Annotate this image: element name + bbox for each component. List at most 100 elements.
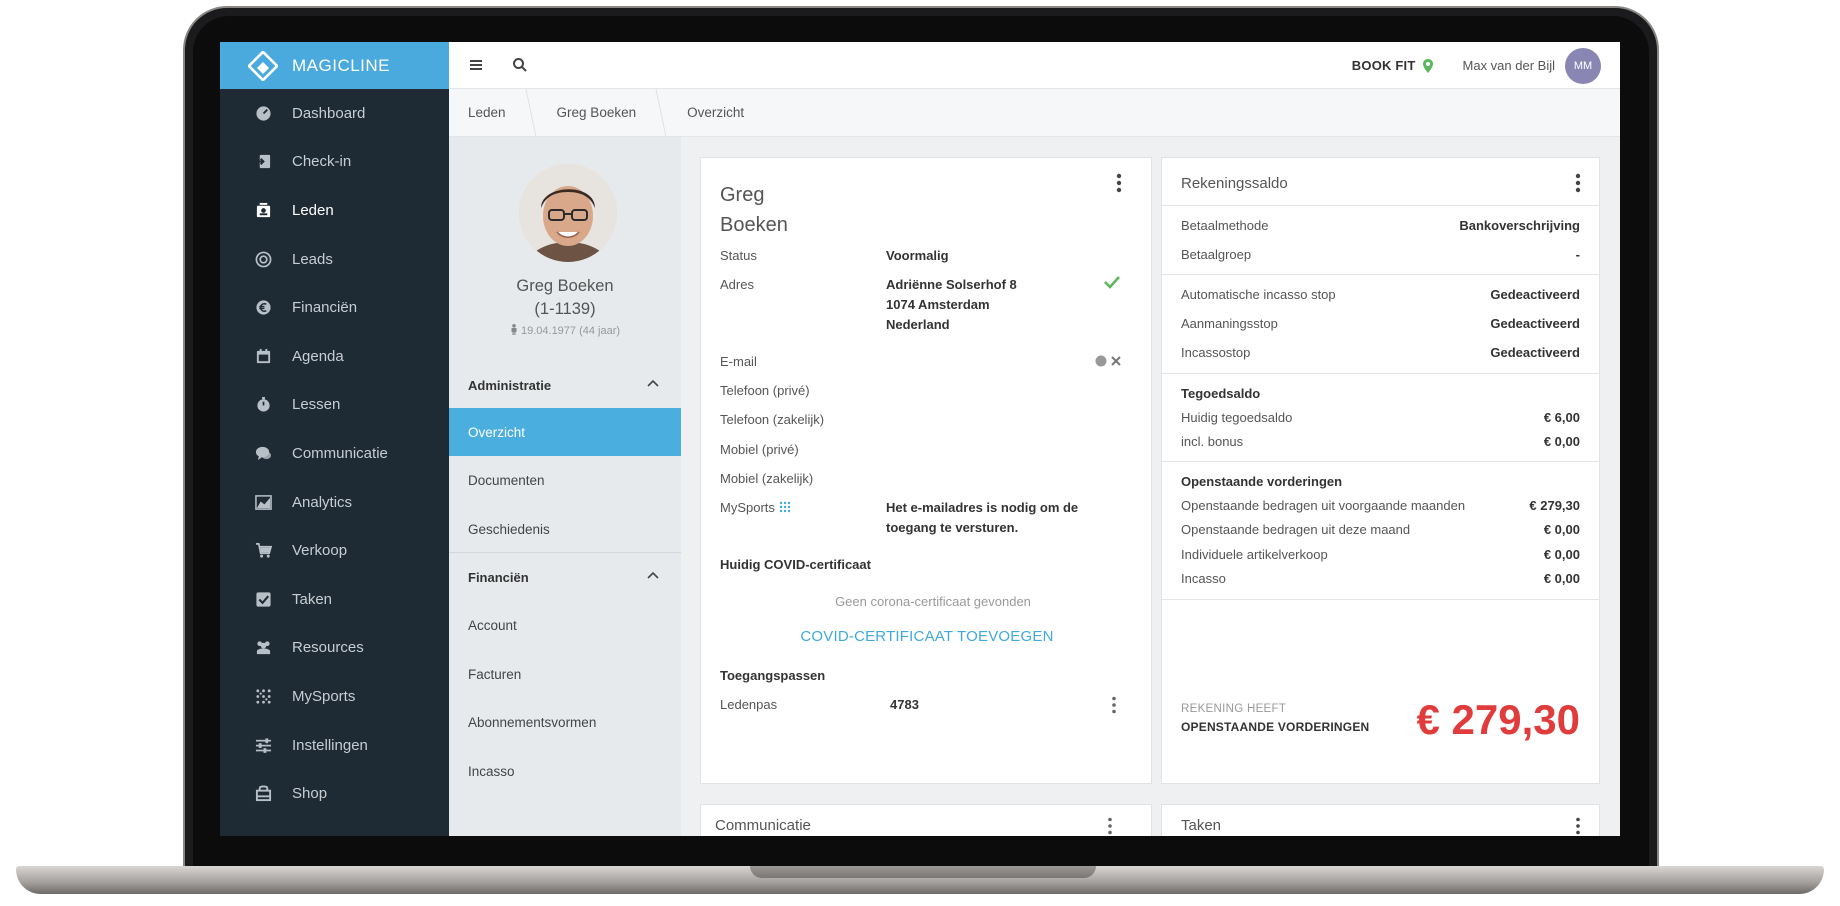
calendar-icon <box>254 347 272 365</box>
access-pass-label: Ledenpas <box>720 697 778 712</box>
divider <box>1162 461 1599 462</box>
sidebar-item-mysports[interactable]: MySports <box>220 672 449 721</box>
more-options-icon[interactable] <box>1575 173 1581 193</box>
outstanding-amount: € 279,30 <box>1416 696 1581 743</box>
person-icon <box>511 324 517 335</box>
sidebar-item-check-in[interactable]: Check-in <box>220 138 449 187</box>
phone-private-label: Telefoon (privé) <box>720 383 810 398</box>
breadcrumb-item-current: Overzicht <box>687 105 745 120</box>
email-status-icon[interactable] <box>1095 355 1123 367</box>
sidebar-item-financi-n[interactable]: Financiën <box>220 283 449 332</box>
current-credit-value: € 6,00 <box>1543 410 1580 425</box>
section-title: Financiën <box>468 569 529 585</box>
breadcrumb-item-leden[interactable]: Leden <box>449 89 524 137</box>
sidebar-item-agenda[interactable]: Agenda <box>220 332 449 381</box>
sidebar: MAGICLINE Dashboard Check-in Leden Leads Fin… <box>220 42 449 836</box>
access-more-options-icon[interactable] <box>1111 696 1117 714</box>
member-link-overzicht[interactable]: Overzicht <box>449 408 681 456</box>
phone-business-label: Telefoon (zakelijk) <box>720 412 825 427</box>
app-screen: MAGICLINE Dashboard Check-in Leden Leads Fin… <box>220 42 1620 836</box>
payment-group-label: Betaalgroep <box>1181 247 1252 262</box>
member-photo <box>519 164 617 262</box>
collection-stop-label: Incassostop <box>1181 345 1251 360</box>
item-sales-value: € 0,00 <box>1543 547 1580 562</box>
more-options-icon[interactable] <box>1116 173 1122 193</box>
member-link-facturen[interactable]: Facturen <box>449 650 681 698</box>
sidebar-item-dashboard[interactable]: Dashboard <box>220 89 449 138</box>
bonus-value: € 0,00 <box>1543 434 1580 449</box>
sidebar-item-label: Dashboard <box>292 104 366 122</box>
balance-title: Rekeningssaldo <box>1181 175 1288 192</box>
studio-name: BOOK FIT <box>1351 58 1416 73</box>
address-line: Adriënne Solserhof 8 <box>886 277 1017 292</box>
open-prev-months-label: Openstaande bedragen uit voorgaande maan… <box>1181 498 1466 513</box>
breadcrumb: Leden Greg Boeken Overzicht <box>449 88 1620 137</box>
user-avatar[interactable]: MM <box>1565 47 1601 84</box>
brand-name: MAGICLINE <box>292 55 391 75</box>
profile-last-name: Boeken <box>720 214 788 236</box>
member-link-abonnementsvormen[interactable]: Abonnementsvormen <box>449 698 681 746</box>
brand[interactable]: MAGICLINE <box>220 42 449 89</box>
open-prev-months-value: € 279,30 <box>1529 498 1580 513</box>
status-label: Status <box>720 248 757 263</box>
section-administratie[interactable]: Administratie <box>449 361 681 409</box>
sidebar-item-verkoop[interactable]: Verkoop <box>220 526 449 575</box>
sidebar-item-taken[interactable]: Taken <box>220 575 449 624</box>
sidebar-item-resources[interactable]: Resources <box>220 624 449 673</box>
current-credit-label: Huidig tegoedsaldo <box>1181 410 1293 425</box>
sidebar-item-leads[interactable]: Leads <box>220 235 449 284</box>
member-panel: Greg Boeken (1-1139) 19.04.1977 (44 jaar… <box>449 137 681 836</box>
cart-icon <box>254 542 272 560</box>
bonus-label: incl. bonus <box>1181 434 1244 449</box>
communication-title: Communicatie <box>715 817 811 834</box>
payment-method-value: Bankoverschrijving <box>1459 218 1580 233</box>
member-name: Greg Boeken <box>516 277 614 295</box>
member-link-geschiedenis[interactable]: Geschiedenis <box>449 505 681 553</box>
divider <box>1162 274 1599 275</box>
sidebar-item-shop[interactable]: Shop <box>220 769 449 818</box>
chat-icon <box>254 444 272 462</box>
access-pass-number: 4783 <box>890 697 919 712</box>
sidebar-item-analytics[interactable]: Analytics <box>220 478 449 527</box>
open-this-month-label: Openstaande bedragen uit deze maand <box>1181 522 1411 537</box>
divider <box>1162 205 1599 206</box>
member-link-incasso[interactable]: Incasso <box>449 747 681 795</box>
top-bar: BOOK FIT Max van der Bijl MM <box>449 42 1620 89</box>
reminder-stop-label: Aanmaningsstop <box>1181 316 1278 331</box>
sidebar-item-leden[interactable]: Leden <box>220 186 449 235</box>
verified-check-icon <box>1104 276 1120 289</box>
profile-first-name: Greg <box>720 184 765 206</box>
breadcrumb-item-member[interactable]: Greg Boeken <box>538 89 655 137</box>
more-options-icon[interactable] <box>1107 817 1113 835</box>
sidebar-item-label: Communicatie <box>292 444 388 462</box>
sidebar-item-label: Leden <box>292 201 334 219</box>
sidebar-item-communicatie[interactable]: Communicatie <box>220 429 449 478</box>
sidebar-item-instellingen[interactable]: Instellingen <box>220 721 449 770</box>
tasks-title: Taken <box>1181 817 1222 834</box>
laptop-scene: MAGICLINE Dashboard Check-in Leden Leads Fin… <box>0 0 1840 906</box>
item-sales-label: Individuele artikelverkoop <box>1181 547 1328 562</box>
mysports-label-text: MySports <box>720 500 775 515</box>
member-id: (1-1139) <box>534 300 596 318</box>
status-value: Voormalig <box>886 248 949 263</box>
mysports-hint-line: Het e-mailadres is nodig om de <box>886 500 1079 515</box>
studio-selector[interactable]: BOOK FIT <box>1352 58 1433 73</box>
member-link-documenten[interactable]: Documenten <box>449 456 681 504</box>
communication-card: Communicatie <box>700 804 1152 836</box>
sidebar-item-label: Leads <box>292 250 333 268</box>
auto-debit-stop-value: Gedeactiveerd <box>1490 287 1580 302</box>
sidebar-item-label: Instellingen <box>292 736 368 754</box>
sidebar-item-lessen[interactable]: Lessen <box>220 381 449 430</box>
section-financien[interactable]: Financiën <box>449 553 681 601</box>
add-covid-certificate-button[interactable]: COVID-CERTIFICAAT TOEVOEGEN <box>701 628 1153 645</box>
email-label: E-mail <box>720 354 757 369</box>
more-options-icon[interactable] <box>1575 817 1581 835</box>
user-name[interactable]: Max van der Bijl <box>1463 58 1555 73</box>
sidebar-item-label: Analytics <box>292 493 353 511</box>
sidebar-item-label: Financiën <box>292 299 358 317</box>
sliders-icon <box>254 736 272 754</box>
menu-icon[interactable] <box>467 56 485 74</box>
search-icon[interactable] <box>511 56 529 74</box>
check-in-icon <box>254 153 272 171</box>
member-link-account[interactable]: Account <box>449 601 681 649</box>
